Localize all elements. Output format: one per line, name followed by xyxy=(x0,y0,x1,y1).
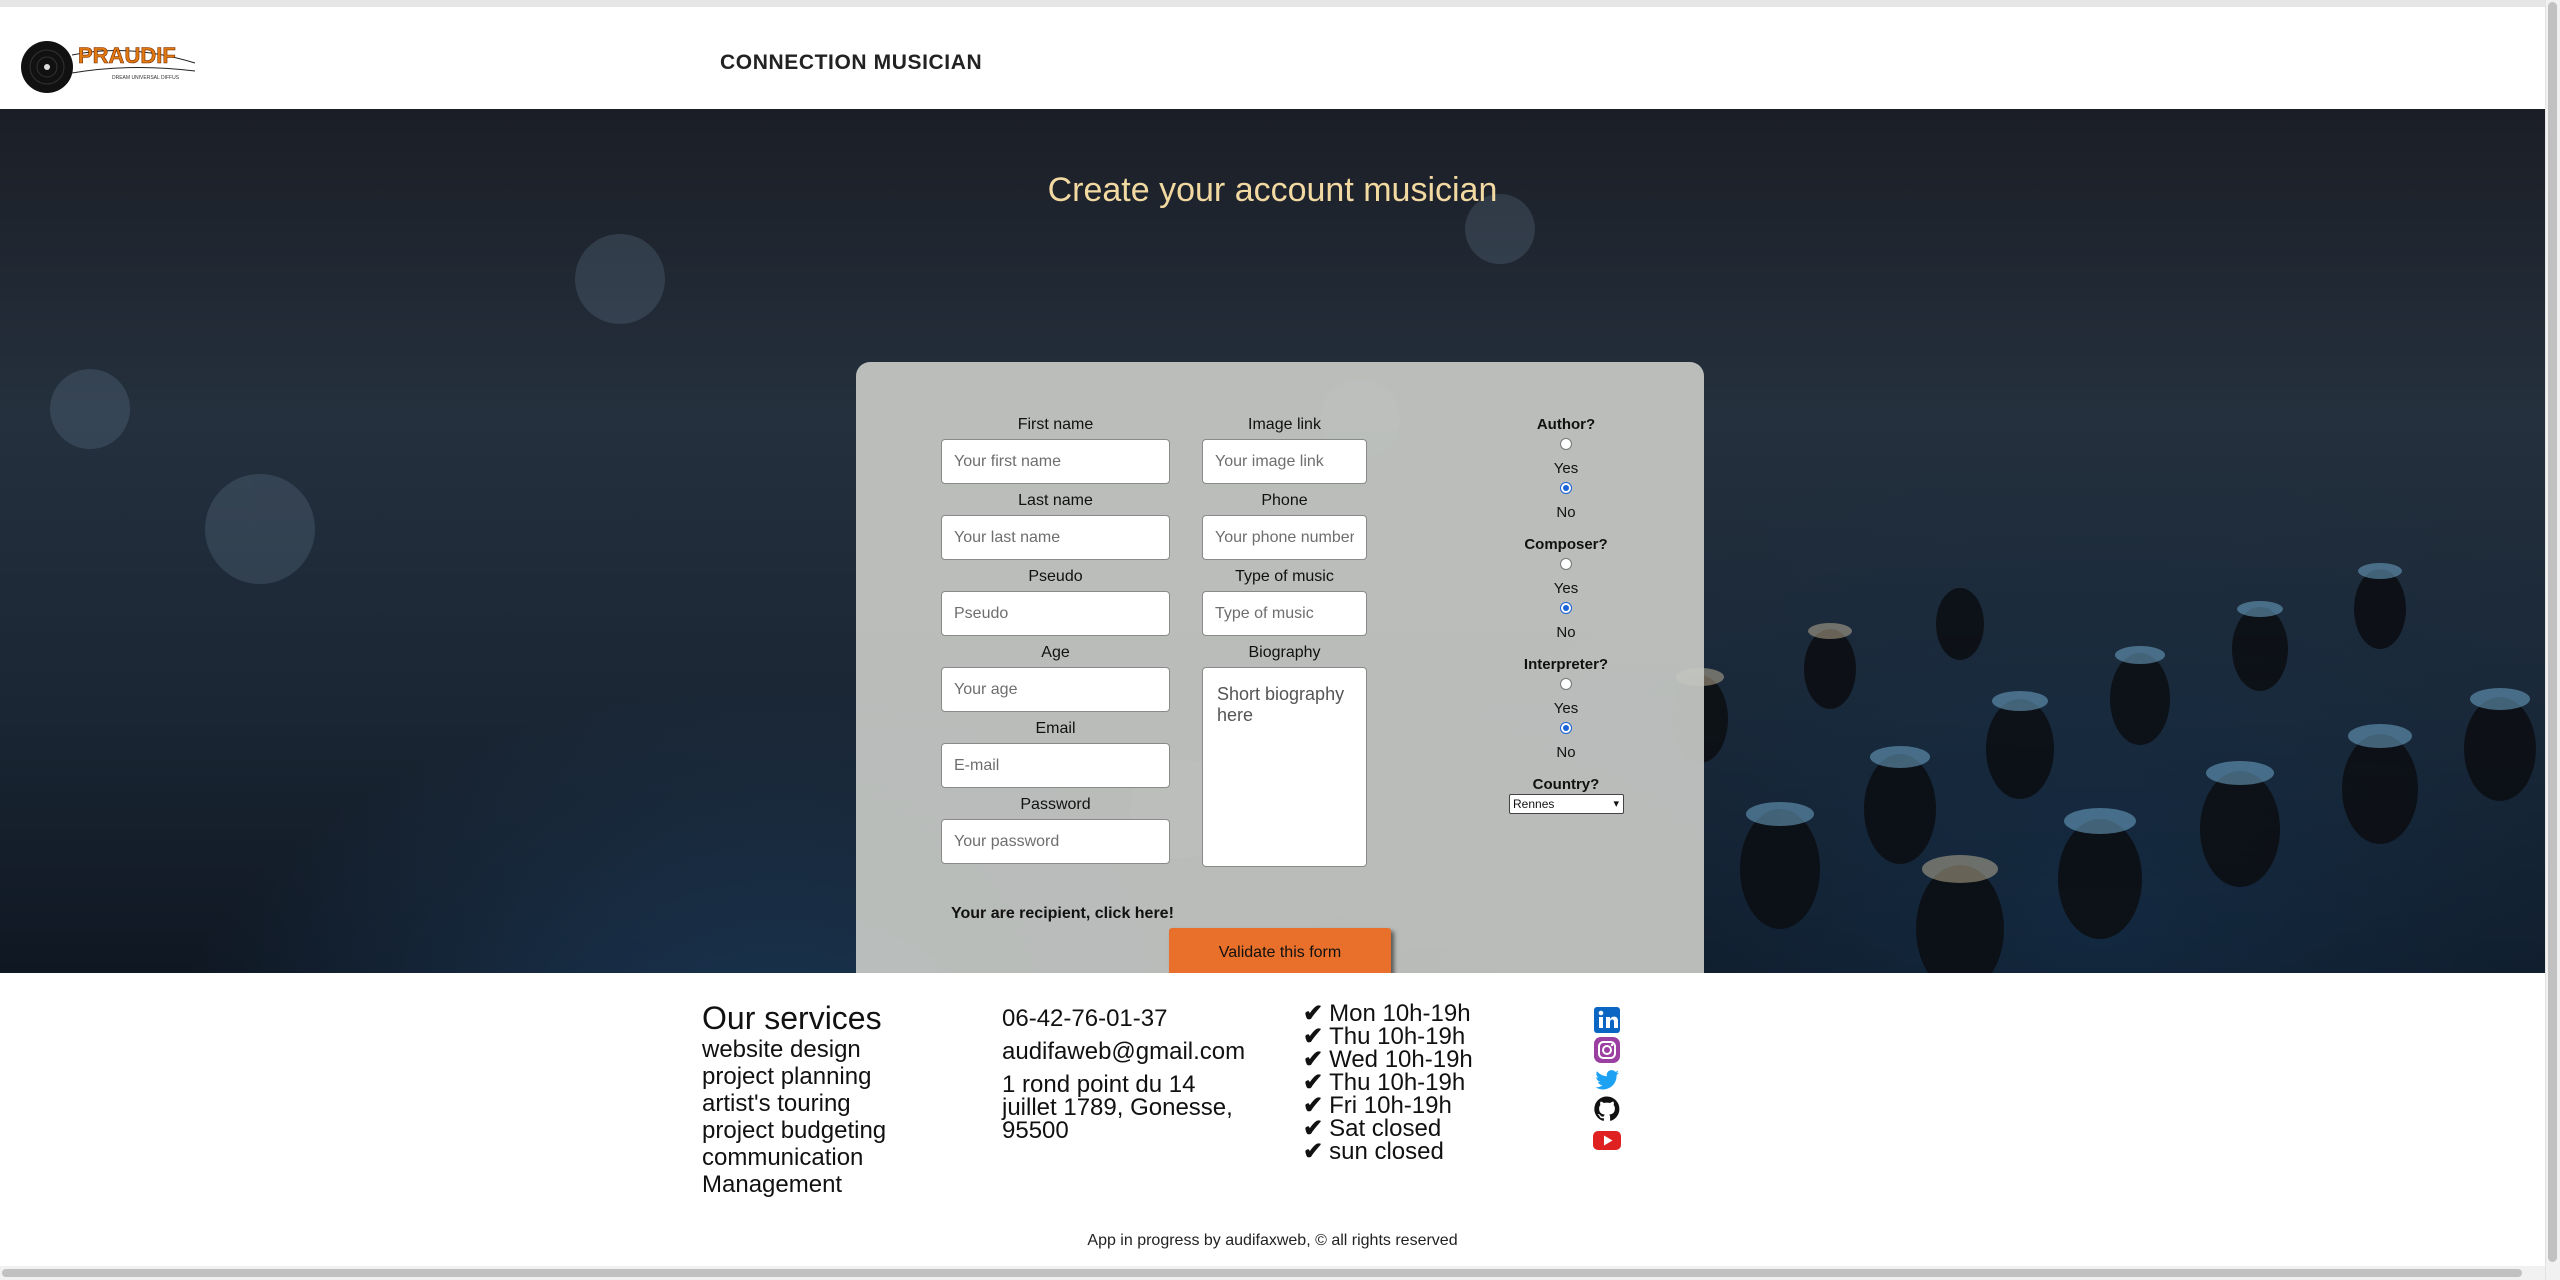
interpreter-no-radio[interactable] xyxy=(1560,722,1572,734)
author-no-radio[interactable] xyxy=(1560,482,1572,494)
horizontal-scrollbar-thumb[interactable] xyxy=(2,1269,2522,1277)
interpreter-question: Interpreter? xyxy=(1523,656,1609,673)
age-input[interactable] xyxy=(941,667,1170,712)
service-item: communication xyxy=(702,1144,864,1171)
logo[interactable]: PRAUDIF DREAM UNIVERSAL DIFFUS xyxy=(20,33,200,95)
author-question: Author? xyxy=(1536,416,1596,433)
composer-no-radio[interactable] xyxy=(1560,602,1572,614)
twitter-icon[interactable] xyxy=(1592,1064,1622,1094)
email-input[interactable] xyxy=(941,743,1170,788)
country-select[interactable]: Rennes ▾ xyxy=(1509,794,1624,814)
phone-text: 06-42-76-01-37 xyxy=(1002,1005,1168,1032)
hours-row: ✔ sun closed xyxy=(1303,1138,1444,1165)
recipient-link[interactable]: Your are recipient, click here! xyxy=(951,905,1174,923)
hours-row: ✔ Fri 10h-19h xyxy=(1303,1092,1452,1119)
service-item: Management xyxy=(702,1171,843,1198)
signup-form-card: First name Last name Pseudo Age Email Pa… xyxy=(856,362,1704,973)
author-yes-label: Yes xyxy=(1553,460,1579,477)
composer-question: Composer? xyxy=(1524,536,1608,553)
image-link-label: Image link xyxy=(1248,416,1321,433)
country-question: Country? xyxy=(1532,776,1600,793)
email-text: audifaweb@gmail.com xyxy=(1002,1038,1246,1065)
address-text: 1 rond point du 14 juillet 1789, Gonesse… xyxy=(1002,1071,1233,1144)
last-name-input[interactable] xyxy=(941,515,1170,560)
password-input[interactable] xyxy=(941,819,1170,864)
copyright-text: App in progress by audifaxweb, © all rig… xyxy=(1087,1232,1458,1249)
validate-button[interactable]: Validate this form xyxy=(1169,928,1391,973)
service-item: project planning xyxy=(702,1063,872,1090)
contact-section: 06-42-76-01-37 audifaweb@gmail.com 1 ron… xyxy=(1002,1005,1252,1144)
phone-label: Phone xyxy=(1261,492,1308,509)
service-item: project budgeting xyxy=(702,1117,887,1144)
logo-tagline: DREAM UNIVERSAL DIFFUS xyxy=(112,75,180,81)
hero-section: Create your account musician First name … xyxy=(0,109,2545,973)
github-icon[interactable] xyxy=(1592,1094,1622,1124)
password-label: Password xyxy=(1020,796,1091,813)
hours-row: ✔ Sat closed xyxy=(1303,1115,1442,1142)
biography-textarea[interactable] xyxy=(1202,667,1367,867)
hours-row: ✔ Mon 10h-19h xyxy=(1303,1000,1471,1027)
hours-row: ✔ Thu 10h-19h xyxy=(1303,1023,1466,1050)
youtube-icon[interactable] xyxy=(1592,1125,1622,1155)
last-name-label: Last name xyxy=(1018,492,1093,509)
service-item: artist's touring xyxy=(702,1090,851,1117)
composer-yes-radio[interactable] xyxy=(1560,558,1572,570)
check-icon: ✔ xyxy=(1303,1138,1324,1165)
vertical-scrollbar-thumb[interactable] xyxy=(2548,2,2557,1262)
image-link-input[interactable] xyxy=(1202,439,1367,484)
pseudo-input[interactable] xyxy=(941,591,1170,636)
age-label: Age xyxy=(1041,644,1070,661)
pseudo-label: Pseudo xyxy=(1028,568,1083,585)
instagram-icon[interactable] xyxy=(1592,1035,1622,1065)
composer-yes-label: Yes xyxy=(1553,580,1579,597)
hours-row: ✔ Wed 10h-19h xyxy=(1303,1046,1473,1073)
first-name-input[interactable] xyxy=(941,439,1170,484)
biography-label: Biography xyxy=(1248,644,1321,661)
first-name-label: First name xyxy=(1017,416,1094,433)
interpreter-yes-radio[interactable] xyxy=(1560,678,1572,690)
services-section: Our services website design project plan… xyxy=(702,1000,886,1198)
composer-no-label: No xyxy=(1556,624,1576,641)
country-select-value: Rennes xyxy=(1513,797,1555,811)
header: PRAUDIF DREAM UNIVERSAL DIFFUS CONNECTIO… xyxy=(0,7,2545,109)
interpreter-no-label: No xyxy=(1556,744,1576,761)
opening-hours: ✔ Mon 10h-19h ✔ Thu 10h-19h ✔ Wed 10h-19h ✔… xyxy=(1303,1000,1473,1165)
phone-input[interactable] xyxy=(1202,515,1367,560)
service-item: website design xyxy=(702,1036,861,1063)
chevron-down-icon: ▾ xyxy=(1613,798,1619,810)
hours-row: ✔ Thu 10h-19h xyxy=(1303,1069,1466,1096)
brand-link[interactable]: CONNECTION MUSICIAN xyxy=(720,51,982,75)
interpreter-yes-label: Yes xyxy=(1553,700,1579,717)
email-label: Email xyxy=(1035,720,1076,737)
services-title: Our services xyxy=(702,1000,882,1036)
linkedin-icon[interactable] xyxy=(1592,1005,1622,1035)
author-no-label: No xyxy=(1556,504,1576,521)
type-of-music-input[interactable] xyxy=(1202,591,1367,636)
author-yes-radio[interactable] xyxy=(1560,438,1572,450)
type-of-music-label: Type of music xyxy=(1235,568,1334,585)
logo-text: PRAUDIF xyxy=(78,43,176,68)
top-border xyxy=(0,0,2545,7)
page-title: Create your account musician xyxy=(1047,171,1498,209)
